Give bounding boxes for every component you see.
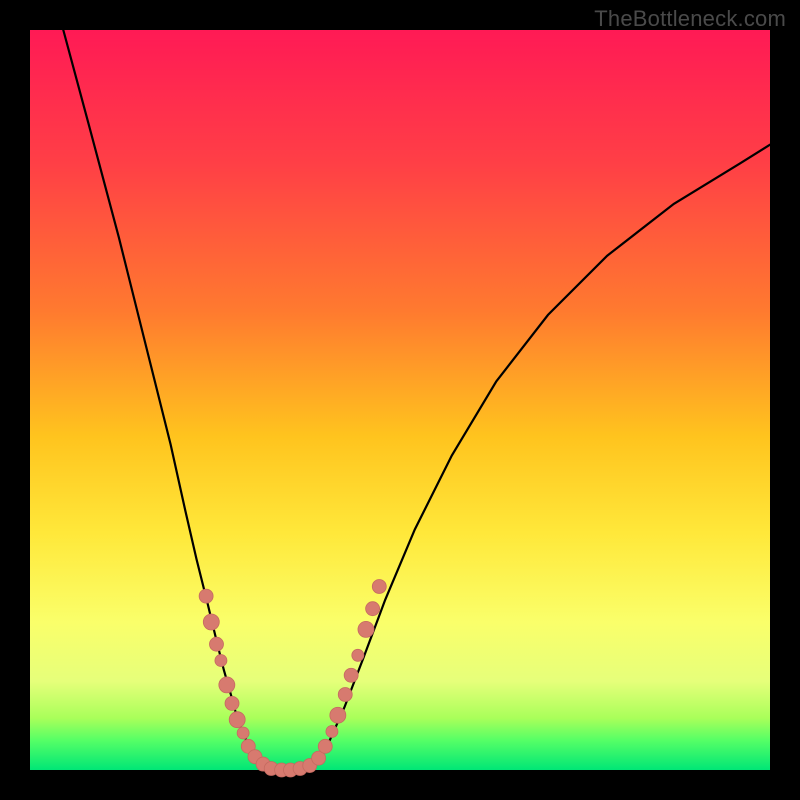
data-marker [372, 579, 386, 593]
bottleneck-curve [63, 30, 770, 770]
data-marker [209, 637, 223, 651]
marker-group [199, 579, 386, 777]
data-marker [330, 707, 346, 723]
data-marker [203, 614, 219, 630]
data-marker [338, 688, 352, 702]
data-marker [318, 739, 332, 753]
data-marker [199, 589, 213, 603]
data-marker [225, 696, 239, 710]
data-marker [352, 649, 364, 661]
chart-frame: TheBottleneck.com [0, 0, 800, 800]
data-marker [358, 621, 374, 637]
data-marker [229, 712, 245, 728]
data-marker [326, 726, 338, 738]
data-marker [344, 668, 358, 682]
data-marker [219, 677, 235, 693]
data-marker [237, 727, 249, 739]
curve-layer [30, 30, 770, 770]
data-marker [366, 602, 380, 616]
data-marker [215, 654, 227, 666]
watermark-text: TheBottleneck.com [594, 6, 786, 32]
